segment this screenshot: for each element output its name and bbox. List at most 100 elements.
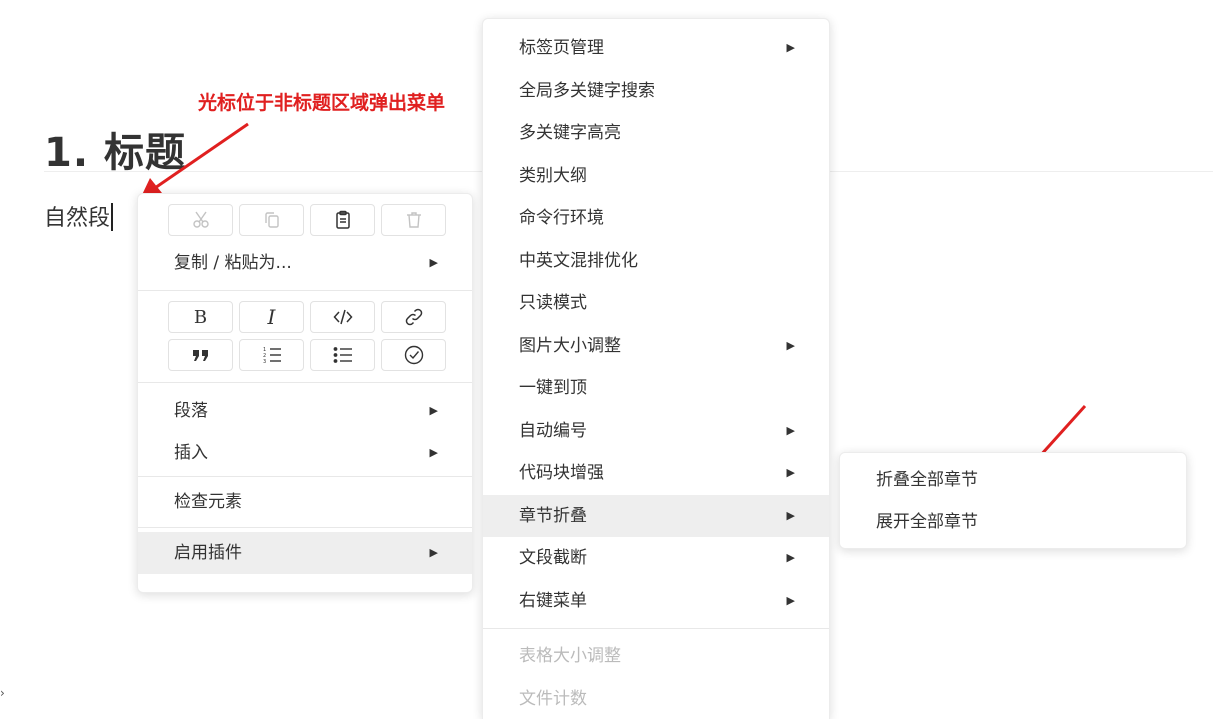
plugin-item-label: 自动编号 [519, 420, 587, 441]
plugin-disabled-label: 表格大小调整 [519, 646, 621, 666]
ordered-list-icon: 123 [263, 347, 281, 365]
submenu-arrow-icon: ▶ [786, 338, 795, 352]
svg-text:3: 3 [263, 359, 266, 365]
bold-button[interactable]: B [168, 301, 233, 333]
plugin-item-13[interactable]: 右键菜单 ▶ [483, 580, 829, 623]
plugin-item-label: 命令行环境 [519, 208, 604, 228]
task-list-icon [404, 345, 423, 365]
submenu-arrow-icon: ▶ [429, 256, 438, 269]
plugin-item-label: 全局多关键字搜索 [519, 80, 655, 101]
plugin-item-7[interactable]: 图片大小调整 ▶ [483, 325, 829, 368]
submenu-arrow-icon: ▶ [429, 446, 438, 459]
inspect-element-item[interactable]: 检查元素 [138, 481, 472, 523]
plugin-item-1[interactable]: 全局多关键字搜索 [483, 70, 829, 113]
plugin-item-label: 图片大小调整 [519, 335, 621, 356]
plugin-item-9[interactable]: 自动编号 ▶ [483, 410, 829, 453]
paragraph-menu-item[interactable]: 段落 ▶ [138, 390, 472, 432]
delete-icon [406, 212, 421, 228]
unordered-list-button[interactable] [310, 339, 375, 371]
paragraph-text[interactable]: 自然段 [44, 200, 113, 232]
menu-separator [138, 476, 472, 477]
plugin-item-11[interactable]: 章节折叠 ▶ [483, 494, 829, 537]
task-list-button[interactable] [381, 339, 446, 371]
section-fold-submenu: 折叠全部章节 展开全部章节 [839, 452, 1187, 549]
submenu-arrow-icon: ▶ [786, 423, 795, 437]
quote-button[interactable] [168, 339, 233, 371]
plugin-disabled-item-1: 文件计数 [483, 678, 829, 719]
menu-separator [138, 527, 472, 528]
submenu-arrow-icon: ▶ [429, 546, 438, 559]
copy-paste-as-item[interactable]: 复制 / 粘贴为... ▶ [138, 242, 472, 284]
menu-separator [483, 628, 829, 629]
copy-icon [264, 212, 279, 228]
enable-plugins-label: 启用插件 [174, 543, 242, 563]
italic-button[interactable]: I [239, 301, 304, 333]
italic-icon: I [267, 305, 276, 329]
menu-separator [138, 382, 472, 383]
expand-all-sections-item[interactable]: 展开全部章节 [840, 501, 1186, 543]
heading-title[interactable]: 1. 标题 [44, 120, 186, 178]
plugin-item-label: 章节折叠 [519, 505, 587, 526]
cut-icon [192, 211, 209, 228]
stray-chevron-icon: › [0, 686, 5, 700]
enable-plugins-item[interactable]: 启用插件 ▶ [138, 532, 472, 574]
submenu-arrow-icon: ▶ [429, 404, 438, 417]
bold-icon: B [193, 306, 208, 328]
submenu-arrow-icon: ▶ [786, 41, 795, 54]
delete-button[interactable] [381, 204, 446, 236]
plugin-item-label: 右键菜单 [519, 590, 587, 611]
collapse-all-label: 折叠全部章节 [876, 470, 978, 490]
plugin-item-label: 代码块增强 [519, 463, 604, 483]
cut-button[interactable] [168, 204, 233, 236]
plugin-item-label: 多关键字高亮 [519, 123, 621, 143]
plugin-item-12[interactable]: 文段截断 ▶ [483, 537, 829, 580]
plugin-item-0[interactable]: 标签页管理 ▶ [483, 27, 829, 70]
code-icon [332, 309, 353, 325]
plugin-item-label: 只读模式 [519, 293, 587, 313]
plugin-item-6[interactable]: 只读模式 [483, 282, 829, 325]
context-menu: 复制 / 粘贴为... ▶ B I 123 段落 ▶ 插入 ▶ 检查元素 启用插… [137, 193, 473, 593]
paste-icon [335, 210, 350, 229]
edit-actions-row [138, 204, 472, 236]
plugin-item-label: 类别大纲 [519, 165, 587, 186]
plugin-disabled-list: 表格大小调整 文件计数 [483, 635, 829, 719]
paragraph-menu-label: 段落 [174, 401, 208, 421]
plugin-item-3[interactable]: 类别大纲 [483, 155, 829, 198]
expand-all-label: 展开全部章节 [876, 512, 978, 532]
plugin-item-4[interactable]: 命令行环境 [483, 197, 829, 240]
plugin-item-label: 文段截断 [519, 548, 587, 568]
submenu-arrow-icon: ▶ [786, 593, 795, 607]
plugin-item-label: 一键到顶 [519, 378, 587, 398]
plugin-item-label: 中英文混排优化 [519, 250, 638, 271]
ordered-list-button[interactable]: 123 [239, 339, 304, 371]
submenu-arrow-icon: ▶ [786, 508, 795, 522]
text-caret [111, 203, 113, 231]
collapse-all-sections-item[interactable]: 折叠全部章节 [840, 459, 1186, 501]
code-button[interactable] [310, 301, 375, 333]
submenu-arrow-icon: ▶ [786, 551, 795, 564]
plugins-submenu: 标签页管理 ▶ 全局多关键字搜索 多关键字高亮 类别大纲命令行环境中英文混排优化 只读模式… [482, 18, 830, 719]
plugin-disabled-item-0: 表格大小调整 [483, 635, 829, 678]
insert-menu-item[interactable]: 插入 ▶ [138, 432, 472, 474]
copy-paste-as-label: 复制 / 粘贴为... [174, 253, 292, 273]
format-row-1: B I [138, 301, 472, 333]
plugin-item-2[interactable]: 多关键字高亮 [483, 112, 829, 155]
paragraph-label: 自然段 [44, 206, 111, 231]
plugin-item-10[interactable]: 代码块增强 ▶ [483, 452, 829, 495]
paste-button[interactable] [310, 204, 375, 236]
quote-icon [192, 350, 208, 361]
menu-separator [138, 290, 472, 291]
plugin-item-8[interactable]: 一键到顶 [483, 367, 829, 410]
plugin-list: 标签页管理 ▶ 全局多关键字搜索 多关键字高亮 类别大纲命令行环境中英文混排优化 只读模式… [483, 27, 829, 622]
link-button[interactable] [381, 301, 446, 333]
inspect-element-label: 检查元素 [174, 492, 242, 512]
plugin-item-5[interactable]: 中英文混排优化 [483, 240, 829, 283]
unordered-list-icon [333, 347, 352, 363]
plugin-disabled-label: 文件计数 [519, 688, 587, 709]
plugin-item-label: 标签页管理 [519, 38, 604, 58]
format-row-2: 123 [138, 339, 472, 371]
insert-menu-label: 插入 [174, 443, 208, 463]
submenu-arrow-icon: ▶ [786, 466, 795, 479]
copy-button[interactable] [239, 204, 304, 236]
annotation-label: 光标位于非标题区域弹出菜单 [198, 92, 446, 114]
